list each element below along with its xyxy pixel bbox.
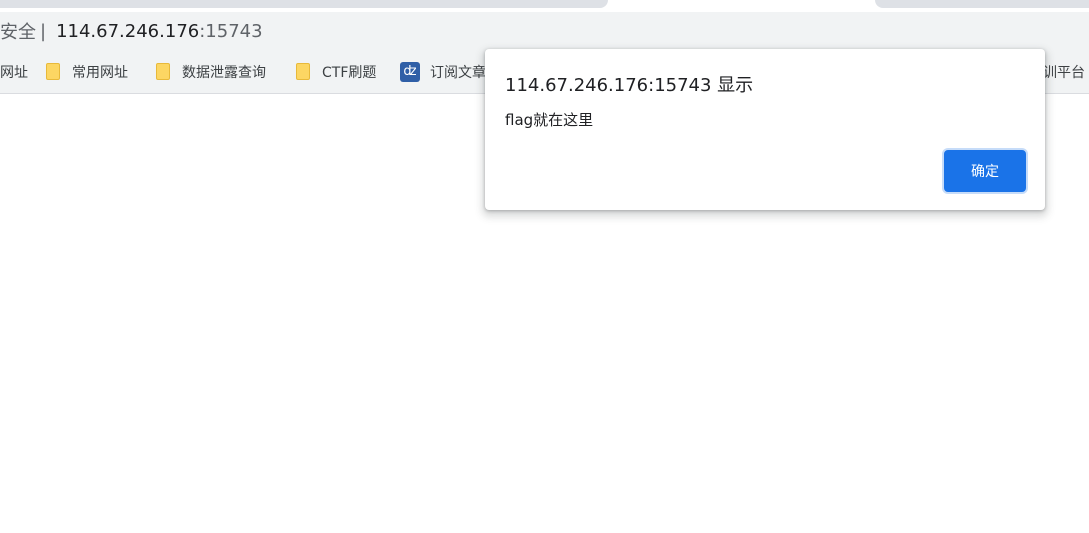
url-host: 114.67.246.176 [56,20,200,42]
url-port: :15743 [199,20,263,42]
inactive-tab-left[interactable] [0,0,608,8]
bookmark-folder-ctf[interactable]: CTF刷题 [296,50,376,93]
bookmark-label: 网址 [0,64,28,81]
alert-dialog: 114.67.246.176:15743 显示 flag就在这里 确定 [485,49,1045,210]
address-bar[interactable]: 安全 | 114.67.246.176 :15743 [0,12,263,50]
ok-button[interactable]: 确定 [944,150,1026,192]
bookmark-subscribe-articles[interactable]: ʣ 订阅文章 [400,50,486,93]
folder-icon [296,63,310,80]
bookmark-item[interactable]: 训平台 [1043,50,1085,93]
rss-icon: ʣ [400,61,420,82]
bookmark-label: CTF刷题 [322,64,377,81]
bookmark-folder-data-leak-query[interactable]: 数据泄露查询 [156,50,266,93]
bookmark-label: 常用网址 [72,64,128,81]
bookmark-folder-common-sites[interactable]: 常用网址 [46,50,128,93]
folder-icon [46,63,60,80]
bookmark-label: 订阅文章 [430,64,486,81]
inactive-tab-right[interactable] [875,0,1089,8]
bookmark-label: 训平台 [1043,64,1085,81]
tab-strip [0,0,1089,12]
folder-icon [156,63,170,80]
bookmark-item[interactable]: 网址 [0,50,28,93]
bookmark-label: 数据泄露查询 [182,64,266,81]
dialog-message: flag就在这里 [505,111,594,129]
dialog-title: 114.67.246.176:15743 显示 [505,75,754,96]
address-separator: | [40,20,47,42]
security-indicator[interactable]: 安全 [0,18,36,44]
